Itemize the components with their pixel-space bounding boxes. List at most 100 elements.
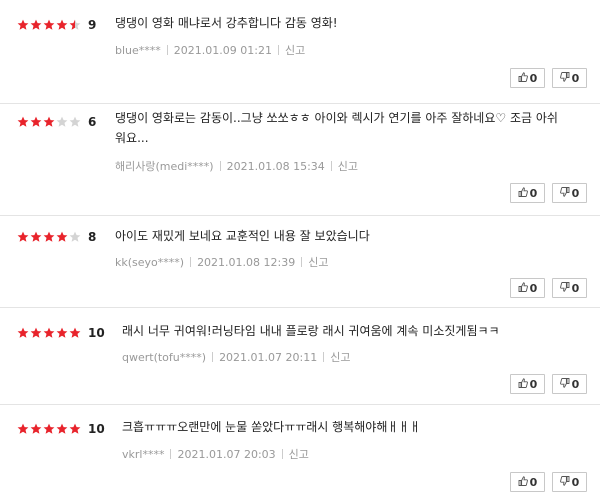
review-author[interactable]: 해리사랑(medi****) (115, 158, 214, 174)
like-button[interactable]: 0 (510, 183, 545, 203)
dislike-button[interactable]: 0 (552, 472, 587, 492)
report-link[interactable]: 신고 (308, 254, 328, 270)
review-date: 2021.01.08 12:39 (197, 255, 296, 269)
review-item: 10 래시 너무 귀여워!러닝타임 내내 플로랑 래시 귀여움에 계속 미소짓게… (0, 308, 600, 405)
like-count: 0 (529, 71, 538, 85)
star-icon (43, 327, 55, 339)
review-text: 댕댕이 영화로는 감동이..그냥 쏘쏘ㅎㅎ 아이와 렉시가 연기를 아주 잘하네… (115, 111, 558, 145)
dislike-button[interactable]: 0 (552, 374, 587, 394)
dislike-count: 0 (571, 186, 580, 200)
dislike-count: 0 (571, 475, 580, 489)
divider (281, 449, 283, 459)
star-icon (43, 231, 55, 243)
star-icon (43, 116, 55, 128)
like-button[interactable]: 0 (510, 374, 545, 394)
rating: 10 (17, 421, 105, 437)
report-link[interactable]: 신고 (289, 446, 309, 462)
review-date: 2021.01.07 20:03 (177, 447, 276, 461)
dislike-button[interactable]: 0 (552, 278, 587, 298)
review-author[interactable]: kk(seyo****) (115, 256, 184, 269)
review-meta: vkrl**** 2021.01.07 20:03 신고 (122, 446, 309, 462)
thumbs-down-icon (559, 377, 572, 391)
star-icon (30, 327, 42, 339)
star-icon (43, 19, 55, 31)
dislike-count: 0 (571, 377, 580, 391)
review-date: 2021.01.08 15:34 (226, 159, 325, 173)
review-meta: 해리사랑(medi****) 2021.01.08 15:34 신고 (115, 158, 358, 174)
rating: 9 (17, 17, 96, 33)
star-icon (30, 231, 42, 243)
review-text: 아이도 재밌게 보네요 교훈적인 내용 잘 보았습니다 (115, 229, 370, 243)
review-item: 6 댕댕이 영화로는 감동이..그냥 쏘쏘ㅎㅎ 아이와 렉시가 연기를 아주 잘… (0, 104, 600, 216)
vote-buttons: 0 0 (510, 374, 587, 394)
star-icon (56, 327, 68, 339)
star-icon (17, 327, 29, 339)
report-link[interactable]: 신고 (338, 158, 358, 174)
vote-buttons: 0 0 (510, 278, 587, 298)
star-icon (56, 231, 68, 243)
review-text: 래시 너무 귀여워!러닝타임 내내 플로랑 래시 귀여움에 계속 미소짓게됨ㅋㅋ (122, 324, 500, 338)
rating: 8 (17, 229, 96, 245)
review-author[interactable]: blue**** (115, 44, 161, 57)
thumbs-up-icon (518, 475, 530, 489)
divider (170, 449, 172, 459)
star-icon (69, 231, 81, 243)
divider (166, 45, 168, 55)
review-item: 10 크흡ㅠㅠㅠ오랜만에 눈물 쏟았다ㅠㅠ래시 행복해야해ㅐㅐㅐ vkrl***… (0, 405, 600, 502)
star-icon (30, 116, 42, 128)
thumbs-up-icon (518, 377, 530, 391)
dislike-count: 0 (571, 71, 580, 85)
divider (277, 45, 279, 55)
report-link[interactable]: 신고 (285, 42, 305, 58)
rating-score: 9 (88, 18, 97, 32)
thumbs-down-icon (559, 71, 572, 85)
star-icon (69, 19, 81, 31)
thumbs-up-icon (518, 186, 530, 200)
divider (330, 161, 332, 171)
thumbs-up-icon (518, 281, 530, 295)
star-icon (69, 327, 81, 339)
review-item: 9 댕댕이 영화 매냐로서 강추합니다 감동 영화! blue**** 2021… (0, 0, 600, 104)
review-author[interactable]: qwert(tofu****) (122, 351, 206, 364)
star-rating (17, 231, 82, 243)
review-list: 9 댕댕이 영화 매냐로서 강추합니다 감동 영화! blue**** 2021… (0, 0, 600, 502)
like-button[interactable]: 0 (510, 278, 545, 298)
review-author[interactable]: vkrl**** (122, 448, 164, 461)
star-icon (43, 423, 55, 435)
star-icon (69, 116, 81, 128)
like-count: 0 (529, 281, 538, 295)
thumbs-up-icon (518, 71, 530, 85)
star-icon (56, 19, 68, 31)
vote-buttons: 0 0 (510, 183, 587, 203)
report-link[interactable]: 신고 (330, 349, 350, 365)
divider (323, 352, 325, 362)
rating-score: 8 (88, 230, 97, 244)
rating: 6 (17, 114, 96, 130)
star-icon (56, 423, 68, 435)
dislike-button[interactable]: 0 (552, 183, 587, 203)
star-rating (17, 116, 82, 128)
like-button[interactable]: 0 (510, 68, 545, 88)
like-count: 0 (529, 377, 538, 391)
like-count: 0 (529, 186, 538, 200)
review-text: 댕댕이 영화 매냐로서 강추합니다 감동 영화! (115, 16, 338, 30)
review-date: 2021.01.07 20:11 (219, 350, 318, 364)
dislike-button[interactable]: 0 (552, 68, 587, 88)
vote-buttons: 0 0 (510, 68, 587, 88)
like-count: 0 (529, 475, 538, 489)
star-rating (17, 19, 82, 31)
divider (212, 352, 214, 362)
rating-score: 10 (88, 326, 105, 340)
star-icon (30, 19, 42, 31)
dislike-count: 0 (571, 281, 580, 295)
star-icon (56, 116, 68, 128)
thumbs-down-icon (559, 281, 572, 295)
star-icon (17, 116, 29, 128)
divider (219, 161, 221, 171)
star-icon (69, 423, 81, 435)
rating-score: 10 (88, 422, 105, 436)
like-button[interactable]: 0 (510, 472, 545, 492)
star-icon (30, 423, 42, 435)
thumbs-down-icon (559, 186, 572, 200)
review-item: 8 아이도 재밌게 보네요 교훈적인 내용 잘 보았습니다 kk(seyo***… (0, 216, 600, 308)
